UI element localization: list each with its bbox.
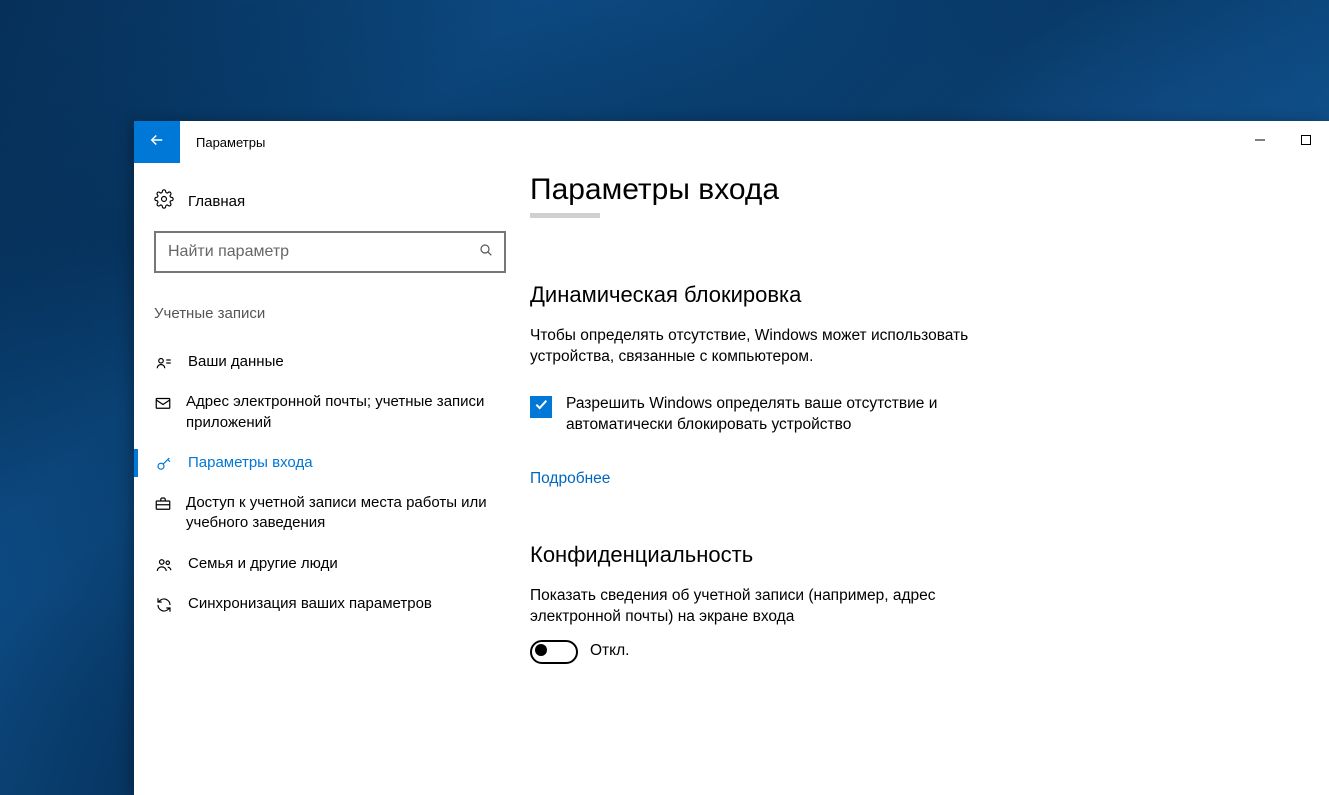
- sidebar-home[interactable]: Главная: [154, 183, 506, 231]
- settings-window: Параметры Главная Уч: [134, 121, 1329, 795]
- maximize-icon: [1300, 133, 1312, 151]
- sidebar-item-email-accounts[interactable]: Адрес электронной почты; учетные записи …: [154, 382, 506, 443]
- sidebar-item-label: Адрес электронной почты; учетные записи …: [186, 392, 506, 433]
- maximize-button[interactable]: [1283, 121, 1329, 163]
- checkmark-icon: [533, 396, 549, 417]
- sidebar-item-family[interactable]: Семья и другие люди: [154, 544, 506, 584]
- minimize-icon: [1254, 133, 1266, 151]
- sidebar-item-sync[interactable]: Синхронизация ваших параметров: [154, 584, 506, 624]
- sidebar-item-your-info[interactable]: Ваши данные: [154, 342, 506, 382]
- briefcase-icon: [154, 493, 172, 513]
- section-dynamic-lock-heading: Динамическая блокировка: [530, 282, 1289, 308]
- search-box[interactable]: [154, 231, 506, 273]
- key-icon: [154, 453, 174, 473]
- dynamic-lock-checkbox-row[interactable]: Разрешить Windows определять ваше отсутс…: [530, 394, 1050, 436]
- sidebar-item-label: Параметры входа: [188, 453, 313, 473]
- dynamic-lock-description: Чтобы определять отсутствие, Windows мож…: [530, 326, 1030, 368]
- page-title: Параметры входа: [530, 173, 1289, 207]
- section-privacy-heading: Конфиденциальность: [530, 542, 1289, 568]
- toggle-knob: [535, 644, 547, 656]
- search-input[interactable]: [166, 242, 478, 262]
- sidebar-item-label: Доступ к учетной записи места работы или…: [186, 493, 506, 534]
- privacy-description: Показать сведения об учетной записи (нап…: [530, 586, 1030, 628]
- dynamic-lock-checkbox[interactable]: [530, 396, 552, 418]
- sidebar-item-label: Ваши данные: [188, 352, 284, 372]
- minimize-button[interactable]: [1237, 121, 1283, 163]
- privacy-toggle-state: Откл.: [590, 641, 629, 662]
- person-id-icon: [154, 352, 174, 372]
- people-icon: [154, 554, 174, 574]
- dynamic-lock-checkbox-label: Разрешить Windows определять ваше отсутс…: [566, 394, 1006, 436]
- window-controls: [1237, 121, 1329, 163]
- gear-icon: [154, 189, 174, 213]
- mail-icon: [154, 392, 172, 412]
- privacy-toggle[interactable]: [530, 640, 578, 664]
- titlebar: Параметры: [134, 121, 1329, 163]
- sidebar-home-label: Главная: [188, 193, 245, 210]
- sync-icon: [154, 594, 174, 614]
- sidebar: Главная Учетные записи Ваши данные А: [134, 163, 530, 795]
- search-icon: [478, 242, 494, 263]
- sidebar-group-header: Учетные записи: [154, 305, 506, 322]
- sidebar-item-label: Синхронизация ваших параметров: [188, 594, 432, 614]
- sidebar-item-label: Семья и другие люди: [188, 554, 338, 574]
- learn-more-link[interactable]: Подробнее: [530, 470, 610, 488]
- window-title: Параметры: [180, 121, 1237, 163]
- content-pane: Параметры входа Динамическая блокировка …: [530, 163, 1329, 795]
- title-underline: [530, 213, 600, 218]
- sidebar-item-signin-options[interactable]: Параметры входа: [154, 443, 506, 483]
- arrow-left-icon: [148, 131, 166, 154]
- back-button[interactable]: [134, 121, 180, 163]
- sidebar-item-work-school[interactable]: Доступ к учетной записи места работы или…: [154, 483, 506, 544]
